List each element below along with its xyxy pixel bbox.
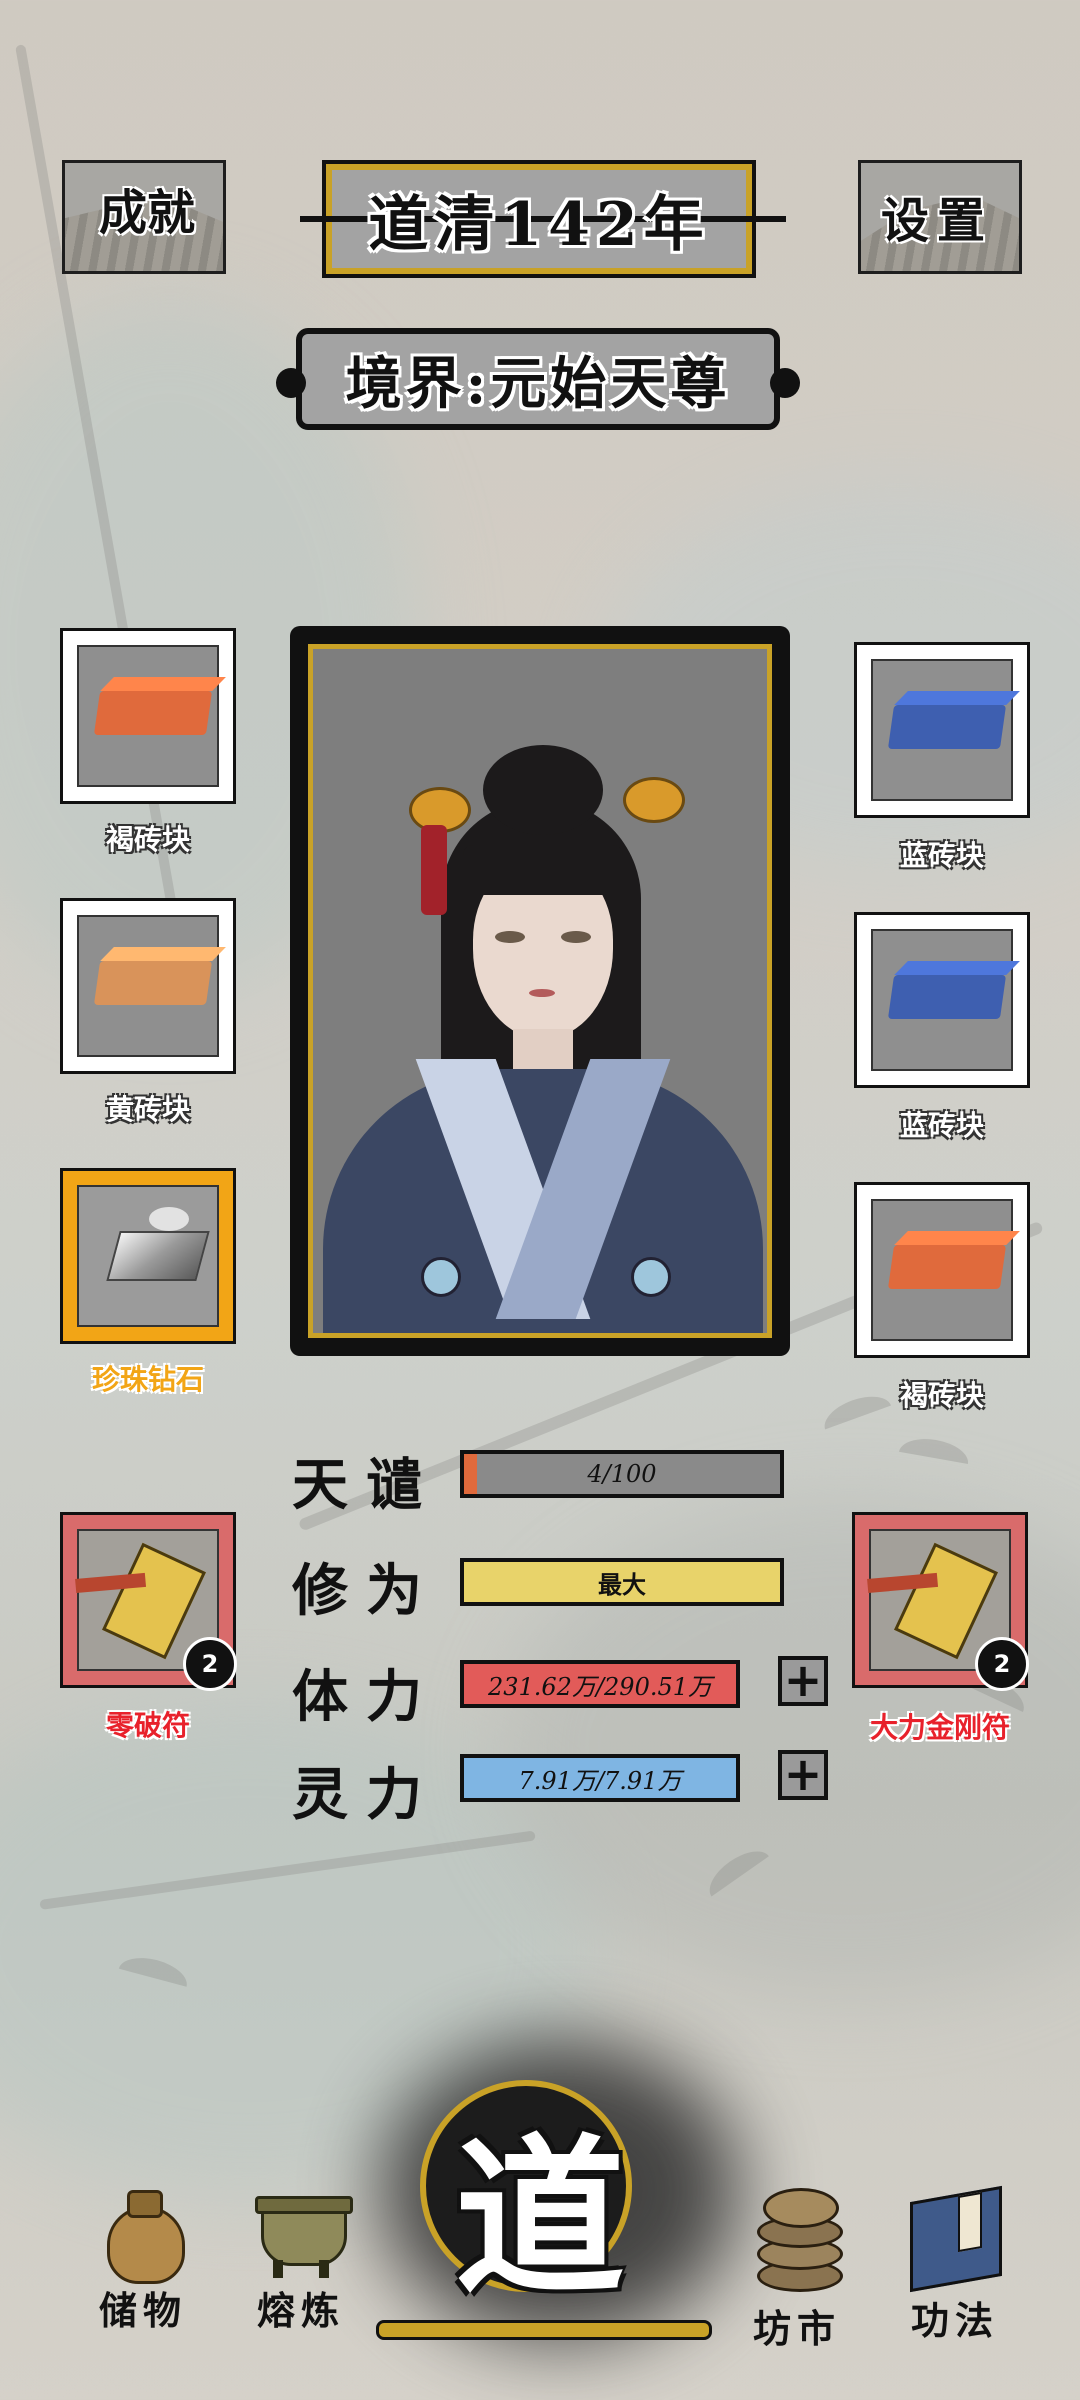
tan-brick-icon <box>93 961 213 1005</box>
tassel-icon <box>421 825 447 915</box>
stat-label-lingli: 灵力 <box>292 1762 440 1828</box>
character-portrait <box>308 644 772 1338</box>
bamboo-leaf <box>898 1434 972 1464</box>
plaque-scroll-end <box>276 368 306 398</box>
portrait-eye <box>561 931 591 943</box>
talisman-label: 大力金刚符 <box>869 1711 1010 1744</box>
flower-embroidery-icon <box>421 1257 461 1297</box>
talisman-count-badge: 2 <box>975 1637 1029 1691</box>
talisman-count-badge: 2 <box>183 1637 237 1691</box>
year-plaque: 道清142年 <box>300 160 786 278</box>
blue-brick-icon <box>887 705 1007 749</box>
talisman-label: 零破符 <box>105 1709 190 1742</box>
equipment-slot-left-1[interactable] <box>60 628 236 804</box>
equipment-label: 褐砖块 <box>899 1379 984 1412</box>
tili-value: 231.62万/290.51万 <box>487 1672 713 1701</box>
tianqian-value: 4/100 <box>587 1460 657 1488</box>
equipment-label: 蓝砖块 <box>899 1109 984 1142</box>
sparkle-icon <box>149 1207 189 1231</box>
bag-icon <box>93 2180 193 2284</box>
nav-market[interactable]: 坊市 <box>722 2180 872 2353</box>
xiuwei-bar: 最大 <box>460 1558 784 1606</box>
stat-label-tianqian: 天谴 <box>292 1452 440 1518</box>
nav-skills[interactable]: 功法 <box>880 2180 1030 2345</box>
achievements-button[interactable]: 成就 <box>62 160 226 274</box>
portrait-hair-bun <box>483 745 603 835</box>
hair-ornament-icon <box>623 777 685 823</box>
nav-smelting-label: 熔炼 <box>256 2288 345 2333</box>
realm-plaque: 境界:元始天尊 <box>276 328 800 430</box>
add-tili-button[interactable]: + <box>778 1656 828 1706</box>
tianqian-bar: 4/100 <box>460 1450 784 1498</box>
equipment-slot-left-3[interactable] <box>60 1168 236 1344</box>
pearl-diamond-icon <box>106 1231 210 1281</box>
stat-label-xiuwei: 修为 <box>292 1558 440 1624</box>
cauldron-icon <box>251 2180 353 2280</box>
nav-dao[interactable]: 道 <box>376 2040 712 2360</box>
nav-storage[interactable]: 储物 <box>68 2180 218 2335</box>
talisman-slot-left[interactable]: 2 <box>60 1512 237 1691</box>
tili-bar: 231.62万/290.51万 <box>460 1660 740 1708</box>
plaque-scroll-end <box>770 368 800 398</box>
brown-brick-icon <box>887 1245 1007 1289</box>
book-icon <box>900 2180 1010 2293</box>
portrait-bangs <box>463 845 623 895</box>
lingli-value: 7.91万/7.91万 <box>518 1766 682 1795</box>
lingli-bar: 7.91万/7.91万 <box>460 1754 740 1802</box>
achievements-label: 成就 <box>99 185 196 241</box>
equipment-slot-right-3[interactable] <box>854 1182 1030 1358</box>
brown-brick-icon <box>93 691 213 735</box>
equipment-slot-right-1[interactable] <box>854 642 1030 818</box>
character-portrait-frame <box>290 626 790 1356</box>
nav-smelting[interactable]: 熔炼 <box>226 2180 376 2335</box>
portrait-eye <box>495 931 525 943</box>
equipment-label: 蓝砖块 <box>899 839 984 872</box>
equipment-slot-right-2[interactable] <box>854 912 1030 1088</box>
portrait-mouth <box>529 989 555 997</box>
talisman-icon <box>101 1542 207 1660</box>
settings-button[interactable]: 设置 <box>858 160 1022 274</box>
coins-icon <box>747 2180 847 2298</box>
dao-label: 道 <box>454 2118 625 2318</box>
realm-title: 境界:元始天尊 <box>345 350 731 417</box>
stat-label-tili: 体力 <box>292 1664 440 1730</box>
nav-storage-label: 储物 <box>98 2288 187 2333</box>
talisman-icon <box>893 1542 999 1660</box>
equipment-slot-left-2[interactable] <box>60 898 236 1074</box>
xiuwei-value: 最大 <box>598 1569 646 1599</box>
talisman-slot-right[interactable]: 2 <box>852 1512 1029 1691</box>
settings-label: 设置 <box>881 193 994 249</box>
equipment-label-rare: 珍珠钻石 <box>91 1363 204 1396</box>
flower-embroidery-icon <box>631 1257 671 1297</box>
nav-market-label: 坊市 <box>752 2306 841 2351</box>
nav-skills-label: 功法 <box>910 2298 999 2343</box>
add-lingli-button[interactable]: + <box>778 1750 828 1800</box>
equipment-label: 褐砖块 <box>105 823 190 856</box>
blue-brick-icon <box>887 975 1007 1019</box>
year-title: 道清142年 <box>368 189 710 260</box>
equipment-label: 黄砖块 <box>105 1093 190 1126</box>
